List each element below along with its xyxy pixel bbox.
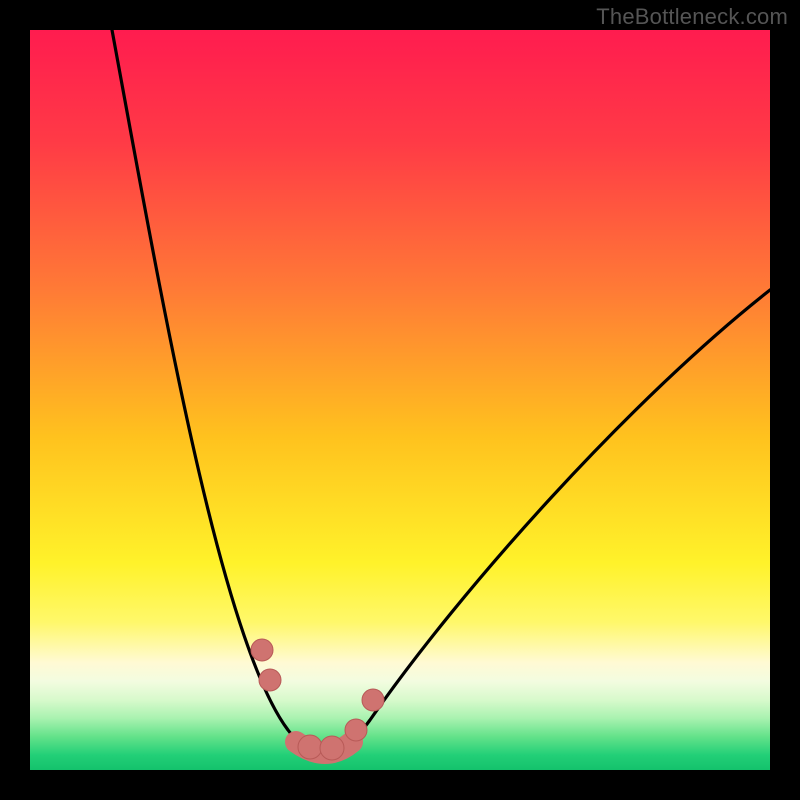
watermark-text: TheBottleneck.com [596,4,788,30]
gradient-bg-rect [30,30,770,770]
bottleneck-chart [30,30,770,770]
data-marker-3 [320,736,344,760]
data-marker-5 [362,689,384,711]
data-marker-4 [345,719,367,741]
data-marker-0 [251,639,273,661]
data-marker-1 [259,669,281,691]
chart-frame: TheBottleneck.com [0,0,800,800]
data-marker-2 [298,735,322,759]
